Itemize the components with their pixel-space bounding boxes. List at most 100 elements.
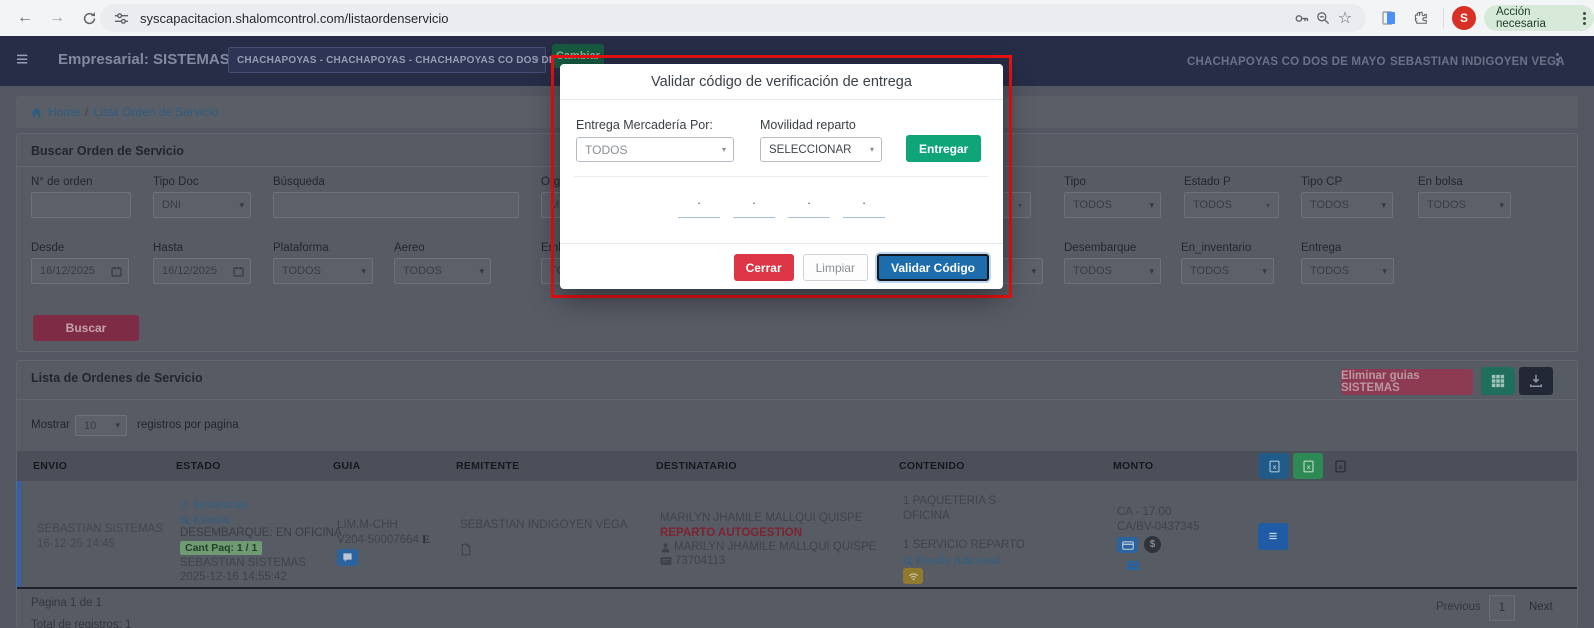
plataforma-select[interactable]: TODOS▾ <box>273 258 373 284</box>
page-size-select[interactable]: 10▾ <box>75 415 127 436</box>
detalle-adicional-link[interactable]: Detalle Adicional <box>903 553 1000 568</box>
eninventario-select[interactable]: TODOS▾ <box>1181 258 1274 284</box>
voucher-button[interactable] <box>1117 537 1138 553</box>
keyboard-icon[interactable] <box>1126 560 1140 571</box>
entrega-por-group: Entrega Mercadería Por: TODOS ▾ <box>576 118 734 162</box>
money-icon[interactable]: $ <box>1144 536 1161 553</box>
row-actions-button[interactable]: ≡ <box>1258 523 1288 550</box>
bookmark-star-icon[interactable]: ☆ <box>1334 7 1356 29</box>
navbar-user[interactable]: SEBASTIAN INDIGOYEN VEGA <box>1390 56 1565 68</box>
tipo-select[interactable]: TODOS▾ <box>1064 192 1161 218</box>
navbar-office[interactable]: CHACHAPOYAS CO DOS DE MAYO <box>1187 56 1386 68</box>
filter-label-aereo: Aereo <box>394 242 425 254</box>
site-info-icon[interactable] <box>110 7 132 29</box>
next-button[interactable]: Next <box>1529 601 1553 613</box>
navbar-menu-icon[interactable] <box>1556 53 1559 66</box>
page-number-button[interactable]: 1 <box>1489 595 1515 621</box>
export-excel-green-button[interactable]: x <box>1293 453 1323 479</box>
sidebar-toggle-icon[interactable]: ≡ <box>16 49 28 71</box>
address-bar[interactable]: syscapacitacion.shalomcontrol.com/listao… <box>100 4 1366 32</box>
excel-file-icon: x <box>1268 460 1281 473</box>
download-icon <box>1529 374 1543 388</box>
panel-divider <box>17 399 1577 400</box>
filter-label-entrega: Entrega <box>1301 242 1341 254</box>
remitente-nombre: SEBASTIAN INDIGOYEN VEGA <box>460 519 627 531</box>
movilidad-select[interactable]: SELECCIONAR ▾ <box>760 137 882 162</box>
entregar-button[interactable]: Entregar <box>906 135 981 162</box>
limpiar-button[interactable]: Limpiar <box>803 254 868 281</box>
desembarque-select[interactable]: TODOS▾ <box>1064 258 1161 284</box>
chat-icon <box>342 552 353 563</box>
tipodoc-select[interactable]: DNI▾ <box>153 192 251 218</box>
breadcrumb-current[interactable]: Lista Orden de Servicio <box>93 105 218 119</box>
eliminar-guias-button[interactable]: Eliminar guias SISTEMAS <box>1341 369 1473 395</box>
agency-selector[interactable]: CHACHAPOYAS - CHACHAPOYAS - CHACHAPOYAS … <box>228 47 546 73</box>
guia-sufijo: E <box>422 534 430 546</box>
chevron-down-icon: ▾ <box>534 55 539 66</box>
export-excel-plain-button[interactable]: x <box>1327 453 1353 479</box>
col-destinatario: DESTINATARIO <box>656 460 737 472</box>
download-button[interactable] <box>1519 367 1553 395</box>
buscar-button[interactable]: Buscar <box>33 315 139 341</box>
enbolsa-select[interactable]: TODOS▾ <box>1418 192 1511 218</box>
contenido-linea2: OFICINA <box>903 510 950 522</box>
estadop-select[interactable]: TODOS▾ <box>1184 192 1279 218</box>
envio-fecha: 16-12-25 14:45 <box>37 538 115 550</box>
browser-menu-icon[interactable] <box>1583 12 1586 25</box>
calendar-icon <box>233 266 244 277</box>
code-digit-input-1[interactable]: . <box>678 193 720 218</box>
destinatario-nombre: MARILYN JHAMILE MALLQUI QUISPE <box>660 512 862 524</box>
busqueda-input[interactable] <box>273 192 519 218</box>
incidencias-link[interactable]: ⚠Incidencias <box>180 497 248 512</box>
entrega-por-select[interactable]: TODOS ▾ <box>576 137 734 162</box>
hasta-date-input[interactable]: 16/12/2025 <box>153 258 251 284</box>
col-envio: ENVIO <box>33 460 67 472</box>
cerrar-button[interactable]: Cerrar <box>734 254 794 281</box>
table-grid-icon <box>1491 374 1505 388</box>
breadcrumb-home-link[interactable]: Home <box>48 105 80 119</box>
excel-file-icon: x <box>1334 460 1347 473</box>
grid-view-button[interactable] <box>1481 367 1515 395</box>
modal-title: Validar código de verificación de entreg… <box>651 74 912 90</box>
url-text: syscapacitacion.shalomcontrol.com/listao… <box>140 11 1290 26</box>
back-button[interactable]: ← <box>14 7 36 29</box>
code-digit-input-3[interactable]: . <box>788 193 830 218</box>
guia-chat-button[interactable] <box>337 549 358 566</box>
orders-panel: Lista de Ordenes de Servicio Eliminar gu… <box>16 360 1578 628</box>
cant-paq-badge: Cant Paq: 1 / 1 <box>180 541 262 555</box>
col-contenido: CONTENIDO <box>899 460 965 472</box>
wifi-button[interactable] <box>903 568 923 584</box>
action-needed-chip[interactable]: Acción necesaria <box>1484 5 1594 31</box>
validar-codigo-button[interactable]: Validar Código <box>877 254 989 281</box>
home-icon <box>30 106 43 119</box>
code-digit-input-2[interactable]: . <box>733 193 775 218</box>
forward-button[interactable]: → <box>46 7 68 29</box>
extensions-puzzle-icon[interactable] <box>1410 7 1432 29</box>
modal-header: Validar código de verificación de entreg… <box>560 64 1003 100</box>
document-icon[interactable] <box>460 543 472 556</box>
profile-avatar[interactable]: S <box>1452 6 1476 30</box>
zoom-icon[interactable] <box>1312 7 1334 29</box>
reading-list-icon[interactable] <box>1378 7 1400 29</box>
id-card-icon <box>660 556 672 566</box>
entrega-select[interactable]: TODOS▾ <box>1301 258 1394 284</box>
aereo-select[interactable]: TODOS▾ <box>394 258 491 284</box>
card-icon <box>1122 541 1134 550</box>
wifi-icon <box>908 572 919 581</box>
norden-input[interactable] <box>31 192 131 218</box>
tipocp-select[interactable]: TODOS▾ <box>1301 192 1393 218</box>
estado-fecha: 2025-12-16 14:55:42 <box>180 571 287 583</box>
reload-button[interactable] <box>78 7 100 29</box>
validar-codigo-modal: Validar código de verificación de entreg… <box>560 64 1003 289</box>
total-records: Total de registros: 1 <box>31 619 131 628</box>
estados-link[interactable]: Estados <box>180 512 230 527</box>
modal-divider <box>574 176 989 177</box>
table-row[interactable]: SEBASTIAN SISTEMAS 16-12-25 14:45 ⚠Incid… <box>17 481 1577 587</box>
code-digit-input-4[interactable]: . <box>843 193 885 218</box>
export-excel-blue-button[interactable]: x <box>1259 453 1289 479</box>
desde-date-input[interactable]: 16/12/2025 <box>31 258 129 284</box>
search-icon <box>180 515 190 525</box>
previous-button[interactable]: Previous <box>1436 601 1481 613</box>
excel-file-icon: x <box>1302 460 1315 473</box>
password-key-icon[interactable] <box>1290 7 1312 29</box>
